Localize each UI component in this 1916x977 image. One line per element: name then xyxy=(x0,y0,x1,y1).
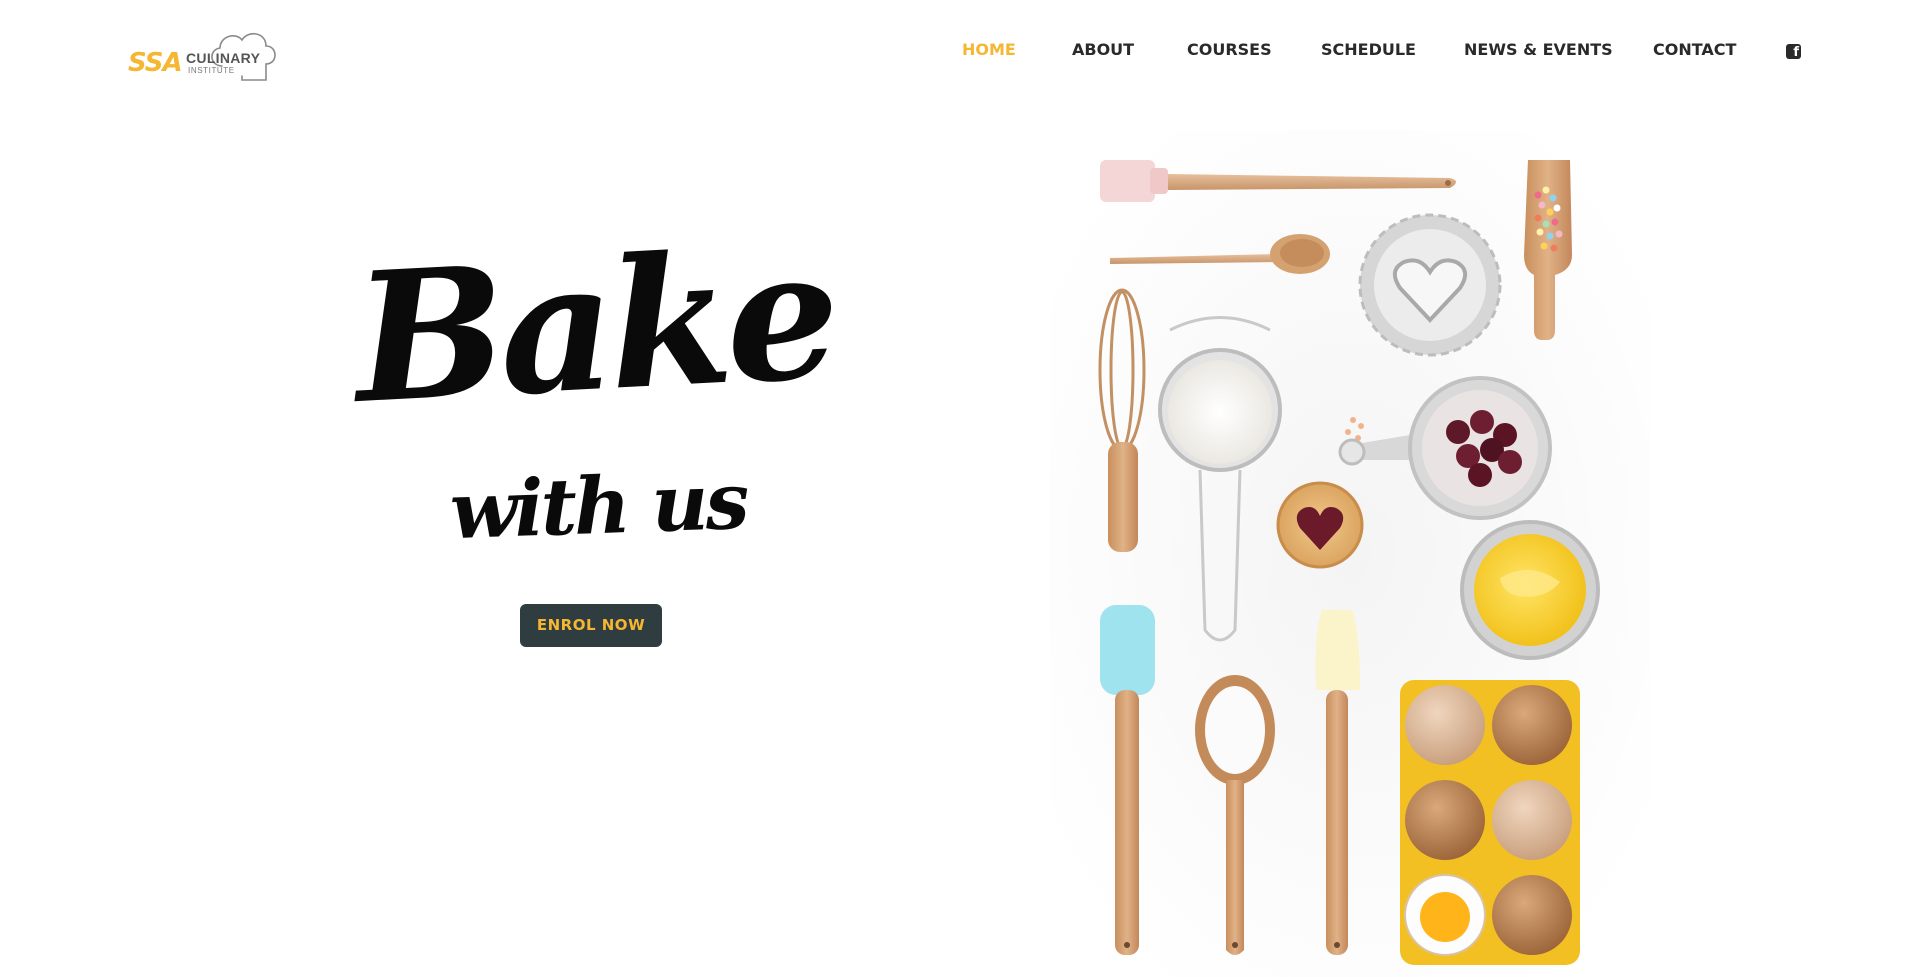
egg-carton xyxy=(1400,680,1580,965)
facebook-icon[interactable]: f xyxy=(1786,44,1801,59)
logo-institute-text: INSTITUTE xyxy=(188,66,235,75)
site-header: SSA CULINARY INSTITUTE HOME ABOUT COURSE… xyxy=(0,0,1916,104)
main-nav: HOME ABOUT COURSES SCHEDULE NEWS & EVENT… xyxy=(0,40,1916,64)
butter-bowl xyxy=(1460,520,1600,660)
nav-item-about[interactable]: ABOUT xyxy=(1072,40,1134,59)
baking-tools-image xyxy=(1050,130,1650,977)
tart-tin xyxy=(1358,213,1502,357)
nav-item-home[interactable]: HOME xyxy=(962,40,1016,59)
hero-title-small: with us xyxy=(448,455,748,558)
enrol-now-button[interactable]: ENROL NOW xyxy=(520,604,662,647)
nav-item-contact[interactable]: CONTACT xyxy=(1653,40,1736,59)
hero-headline: Bake with us xyxy=(350,209,840,557)
nav-item-news-events[interactable]: NEWS & EVENTS xyxy=(1464,40,1613,59)
jam-cookie xyxy=(1276,481,1364,569)
nav-item-courses[interactable]: COURSES xyxy=(1187,40,1272,59)
hero-title-big: Bake xyxy=(349,209,839,443)
nav-item-schedule[interactable]: SCHEDULE xyxy=(1321,40,1416,59)
